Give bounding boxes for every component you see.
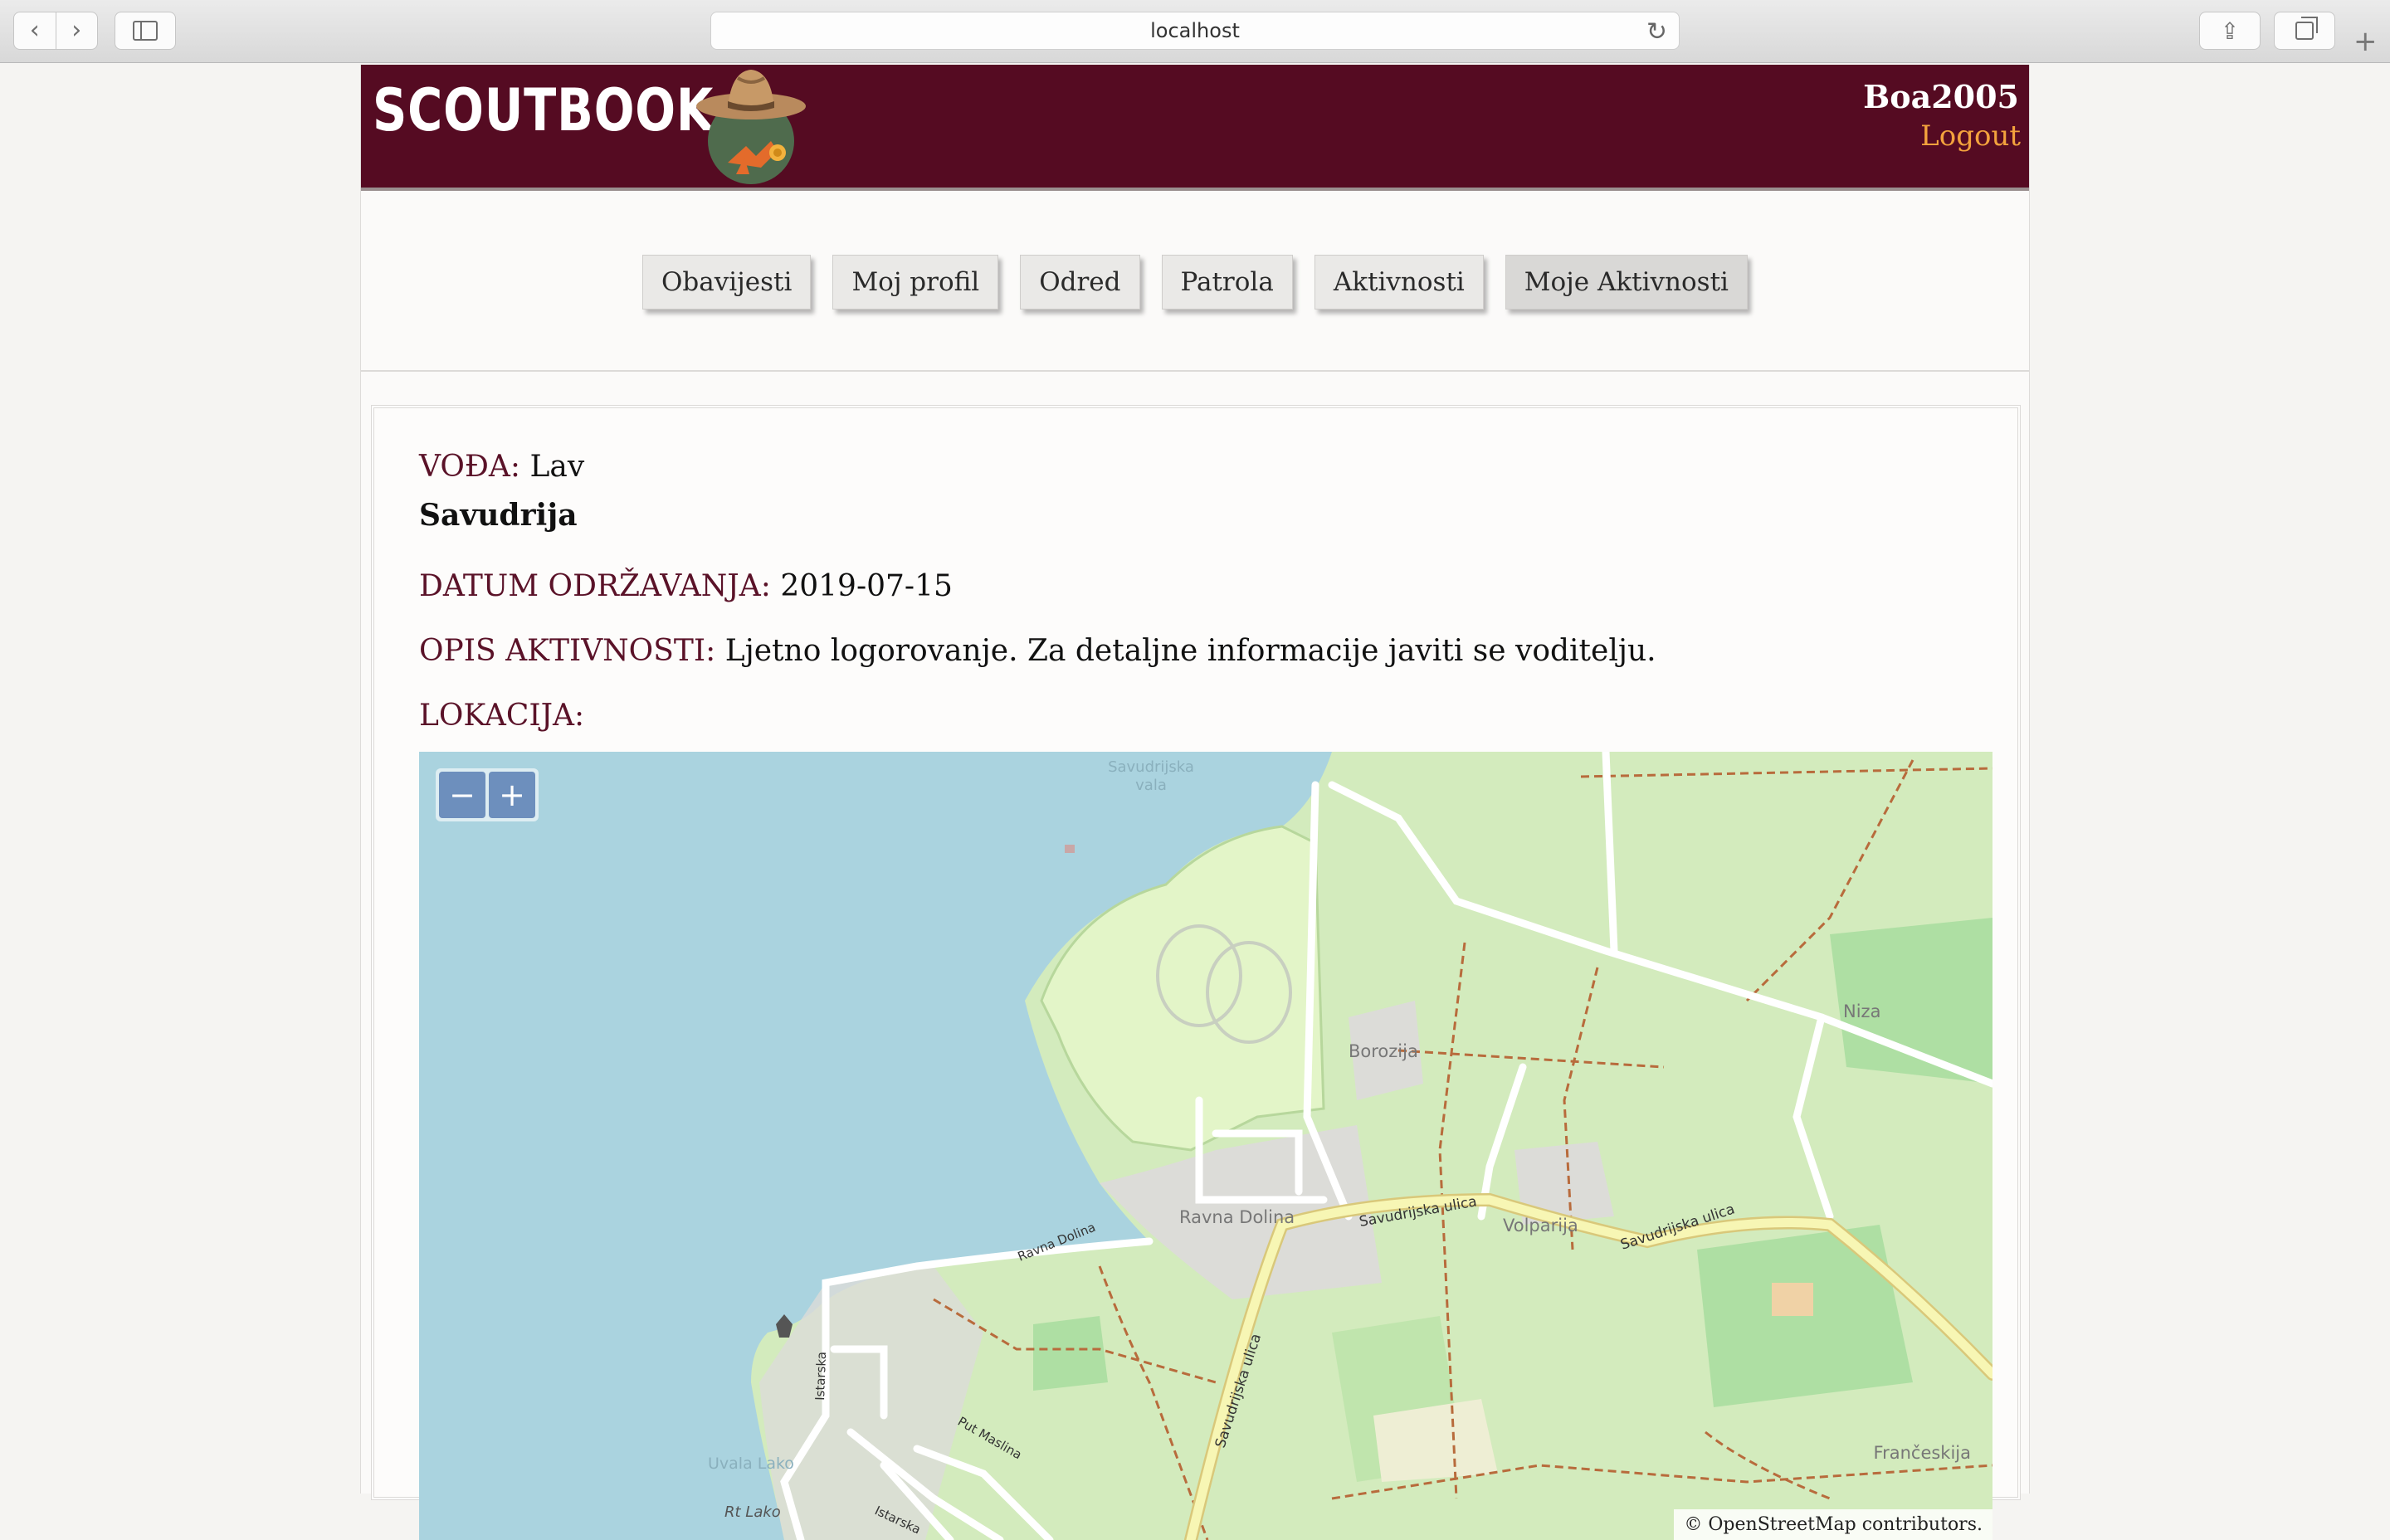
activity-name: Savudrija xyxy=(419,498,578,533)
farmyard-area xyxy=(1772,1283,1813,1316)
menu-patrola-button[interactable]: Patrola xyxy=(1161,255,1293,309)
activity-card: VOĐA: Lav Savudrija DATUM ODRŽAVANJA: 20… xyxy=(371,405,2021,1540)
label-niza: Niza xyxy=(1843,1001,1880,1021)
username[interactable]: Boa2005 xyxy=(1863,78,2019,115)
description-label: OPIS AKTIVNOSTI: xyxy=(419,634,716,668)
menu-moje-aktivnosti-button[interactable]: Moje Aktivnosti xyxy=(1505,255,1748,309)
date-value: 2019-07-15 xyxy=(780,569,953,603)
main-menu: Obavijesti Moj profil Odred Patrola Akti… xyxy=(361,191,2029,372)
label-savudrijska-vala: Savudrijska xyxy=(1108,758,1194,776)
zoom-out-button[interactable]: − xyxy=(439,772,485,818)
menu-moj-profil-button[interactable]: Moj profil xyxy=(832,255,999,309)
back-icon[interactable]: ‹ xyxy=(14,12,56,49)
date-label: DATUM ODRŽAVANJA: xyxy=(419,569,771,603)
label-uvala-lako: Uvala Lako xyxy=(708,1455,794,1473)
forward-icon[interactable]: › xyxy=(56,12,98,49)
zoom-in-button[interactable]: + xyxy=(489,772,535,818)
history-buttons: ‹ › xyxy=(13,12,98,50)
location-label: LOKACIJA: xyxy=(419,699,585,733)
label-istarska-1: Istarska xyxy=(812,1352,829,1401)
brand-title[interactable]: SCOUTBOOK xyxy=(373,76,714,144)
map-attribution[interactable]: © OpenStreetMap contributors. xyxy=(1674,1509,1992,1540)
page: SCOUTBOOK Boa2005 Logout Obavijesti Moj … xyxy=(360,65,2030,1540)
share-icon: ⇪ xyxy=(2220,17,2240,45)
address-bar[interactable]: localhost ↻ xyxy=(710,12,1680,50)
site-header: SCOUTBOOK Boa2005 Logout xyxy=(361,65,2029,191)
reload-icon[interactable]: ↻ xyxy=(1646,17,1667,46)
date-row: DATUM ODRŽAVANJA: 2019-07-15 xyxy=(419,569,953,603)
label-borozija: Borozija xyxy=(1349,1041,1418,1061)
zoom-controls: − + xyxy=(436,768,539,821)
leader-value: Lav xyxy=(529,450,585,484)
description-value: Ljetno logorovanje. Za detaljne informac… xyxy=(724,634,1656,668)
logout-link[interactable]: Logout xyxy=(1920,119,2021,153)
new-tab-icon[interactable]: + xyxy=(2353,25,2378,58)
leader-row: VOĐA: Lav xyxy=(419,450,584,484)
scout-hat-logo-icon xyxy=(696,70,806,184)
address-text: localhost xyxy=(1150,19,1240,42)
label-franceskija: Frančeskija xyxy=(1874,1443,1971,1463)
menu-aktivnosti-button[interactable]: Aktivnosti xyxy=(1314,255,1484,309)
sidebar-toggle-button[interactable] xyxy=(115,12,176,50)
building-marker xyxy=(1065,845,1075,853)
label-ravna-dolina: Ravna Dolina xyxy=(1179,1207,1295,1227)
sidebar-icon xyxy=(133,21,158,41)
orchard-area xyxy=(1830,918,1992,1084)
wood-area xyxy=(1033,1316,1108,1391)
label-rt-lako: Rt Lako xyxy=(724,1503,781,1521)
location-map[interactable]: Savudrijska vala Borozija Niza Ravna Dol… xyxy=(419,752,1992,1540)
share-button[interactable]: ⇪ xyxy=(2199,12,2261,50)
browser-toolbar: ‹ › localhost ↻ ⇪ + xyxy=(0,0,2390,63)
location-row: LOKACIJA: xyxy=(419,699,584,733)
show-tabs-button[interactable] xyxy=(2274,12,2335,50)
tabs-icon xyxy=(2295,17,2318,40)
menu-obavijesti-button[interactable]: Obavijesti xyxy=(642,255,812,309)
map-tiles: Savudrijska vala Borozija Niza Ravna Dol… xyxy=(419,752,1992,1540)
label-volparija: Volparija xyxy=(1503,1216,1578,1235)
label-vala: vala xyxy=(1135,777,1167,794)
leader-label: VOĐA: xyxy=(419,450,521,484)
menu-odred-button[interactable]: Odred xyxy=(1020,255,1140,309)
description-row: OPIS AKTIVNOSTI: Ljetno logorovanje. Za … xyxy=(419,634,1656,668)
